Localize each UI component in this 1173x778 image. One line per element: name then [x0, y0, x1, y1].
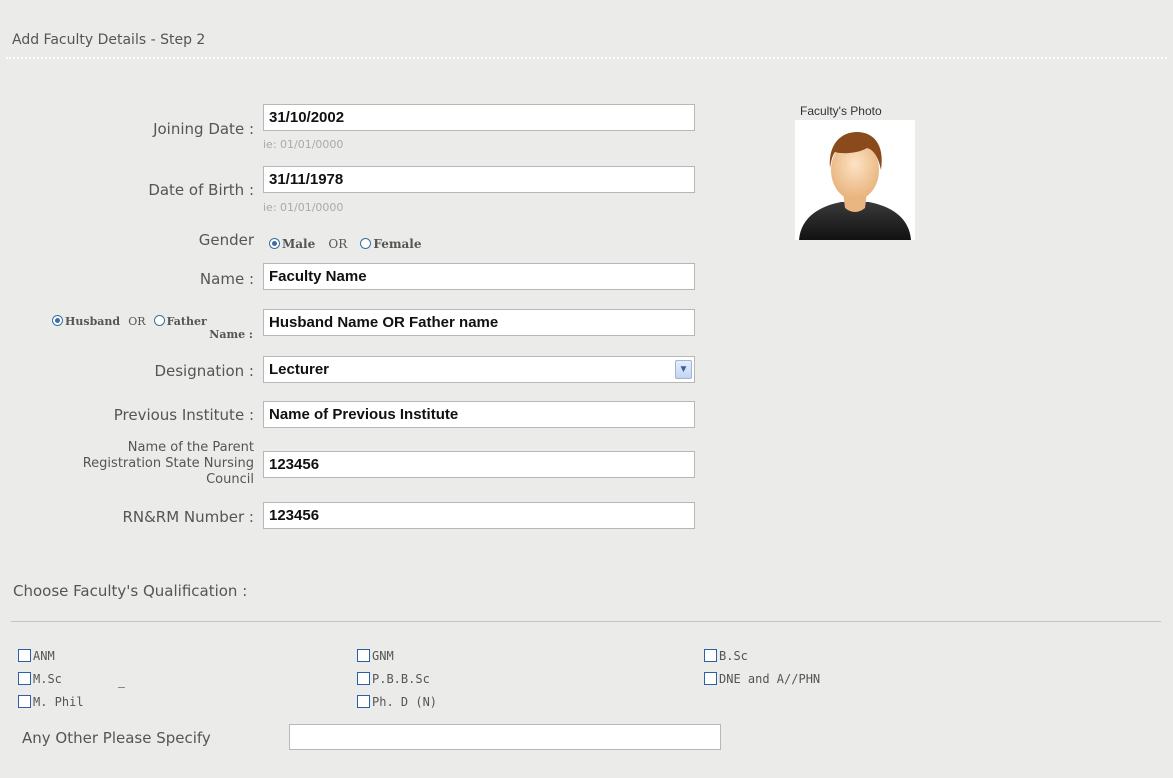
husband-radio[interactable]: Husband	[52, 310, 120, 329]
father-radio[interactable]: Father	[153, 310, 207, 329]
dob-hint: ie: 01/01/0000	[263, 201, 344, 214]
relation-or-text: OR	[128, 315, 146, 328]
page-title: Add Faculty Details - Step 2	[12, 32, 206, 48]
qualification-heading: Choose Faculty's Qualification :	[13, 582, 248, 600]
gender-male-radio[interactable]: Male	[269, 233, 315, 252]
qual-checkbox-anm[interactable]: ANM	[18, 649, 55, 663]
qual-checkbox-phd[interactable]: Ph. D (N)	[357, 695, 437, 709]
radio-unselected-icon	[360, 238, 372, 249]
qual-checkbox-pbbsc[interactable]: P.B.B.Sc	[357, 672, 430, 686]
gender-female-radio[interactable]: Female	[360, 233, 422, 252]
qual-checkbox-mphil[interactable]: M. Phil	[18, 695, 84, 709]
other-qualification-label: Any Other Please Specify	[22, 729, 211, 747]
checkbox-icon	[357, 649, 370, 662]
qualification-divider	[11, 621, 1161, 622]
joining-date-label: Joining Date :	[153, 120, 254, 138]
qual-checkbox-gnm[interactable]: GNM	[357, 649, 394, 663]
council-label-line-3: Council	[206, 472, 254, 487]
stray-dash	[118, 687, 125, 688]
gender-label: Gender	[198, 231, 254, 249]
relation-name-suffix: Name :	[209, 328, 253, 341]
gender-options: Male OR Female	[269, 233, 422, 252]
checkbox-icon	[18, 672, 31, 685]
designation-select[interactable]: Lecturer ▼	[263, 356, 695, 383]
dob-label: Date of Birth :	[148, 181, 254, 199]
dob-input[interactable]: 31/11/1978	[263, 166, 695, 193]
checkbox-icon	[704, 672, 717, 685]
joining-date-input[interactable]: 31/10/2002	[263, 104, 695, 131]
council-label-line-2: Registration State Nursing	[82, 456, 254, 471]
council-label: Name of the Parent Registration State Nu…	[10, 440, 254, 488]
checkbox-icon	[18, 649, 31, 662]
qual-checkbox-dne[interactable]: DNE and A//PHN	[704, 672, 820, 686]
form-panel: Add Faculty Details - Step 2 Joining Dat…	[0, 0, 1173, 778]
designation-label: Designation :	[154, 362, 254, 380]
rn-rm-label: RN&RM Number :	[122, 508, 254, 526]
avatar-icon	[799, 132, 911, 240]
qual-checkbox-bsc[interactable]: B.Sc	[704, 649, 748, 663]
other-qualification-input[interactable]	[289, 724, 721, 750]
council-label-line-1: Name of the Parent	[127, 440, 254, 455]
faculty-photo[interactable]	[795, 120, 915, 240]
rn-rm-input[interactable]: 123456	[263, 502, 695, 529]
radio-selected-icon	[269, 238, 280, 249]
relation-options: Husband OR Father Name :	[52, 310, 254, 341]
checkbox-icon	[704, 649, 717, 662]
name-input[interactable]: Faculty Name	[263, 263, 695, 290]
name-label: Name :	[199, 270, 254, 288]
radio-selected-icon	[52, 315, 63, 326]
qual-checkbox-msc[interactable]: M.Sc	[18, 672, 62, 686]
designation-value: Lecturer	[269, 361, 330, 378]
photo-label: Faculty's Photo	[800, 104, 882, 118]
checkbox-icon	[357, 695, 370, 708]
previous-institute-label: Previous Institute :	[113, 406, 254, 424]
checkbox-icon	[18, 695, 31, 708]
chevron-down-icon[interactable]: ▼	[675, 360, 692, 379]
relation-name-input[interactable]: Husband Name OR Father name	[263, 309, 695, 336]
gender-or-text: OR	[328, 237, 348, 251]
checkbox-icon	[357, 672, 370, 685]
previous-institute-input[interactable]: Name of Previous Institute	[263, 401, 695, 428]
council-input[interactable]: 123456	[263, 451, 695, 478]
title-divider	[6, 57, 1167, 59]
joining-date-hint: ie: 01/01/0000	[263, 138, 344, 151]
radio-unselected-icon	[153, 315, 165, 326]
